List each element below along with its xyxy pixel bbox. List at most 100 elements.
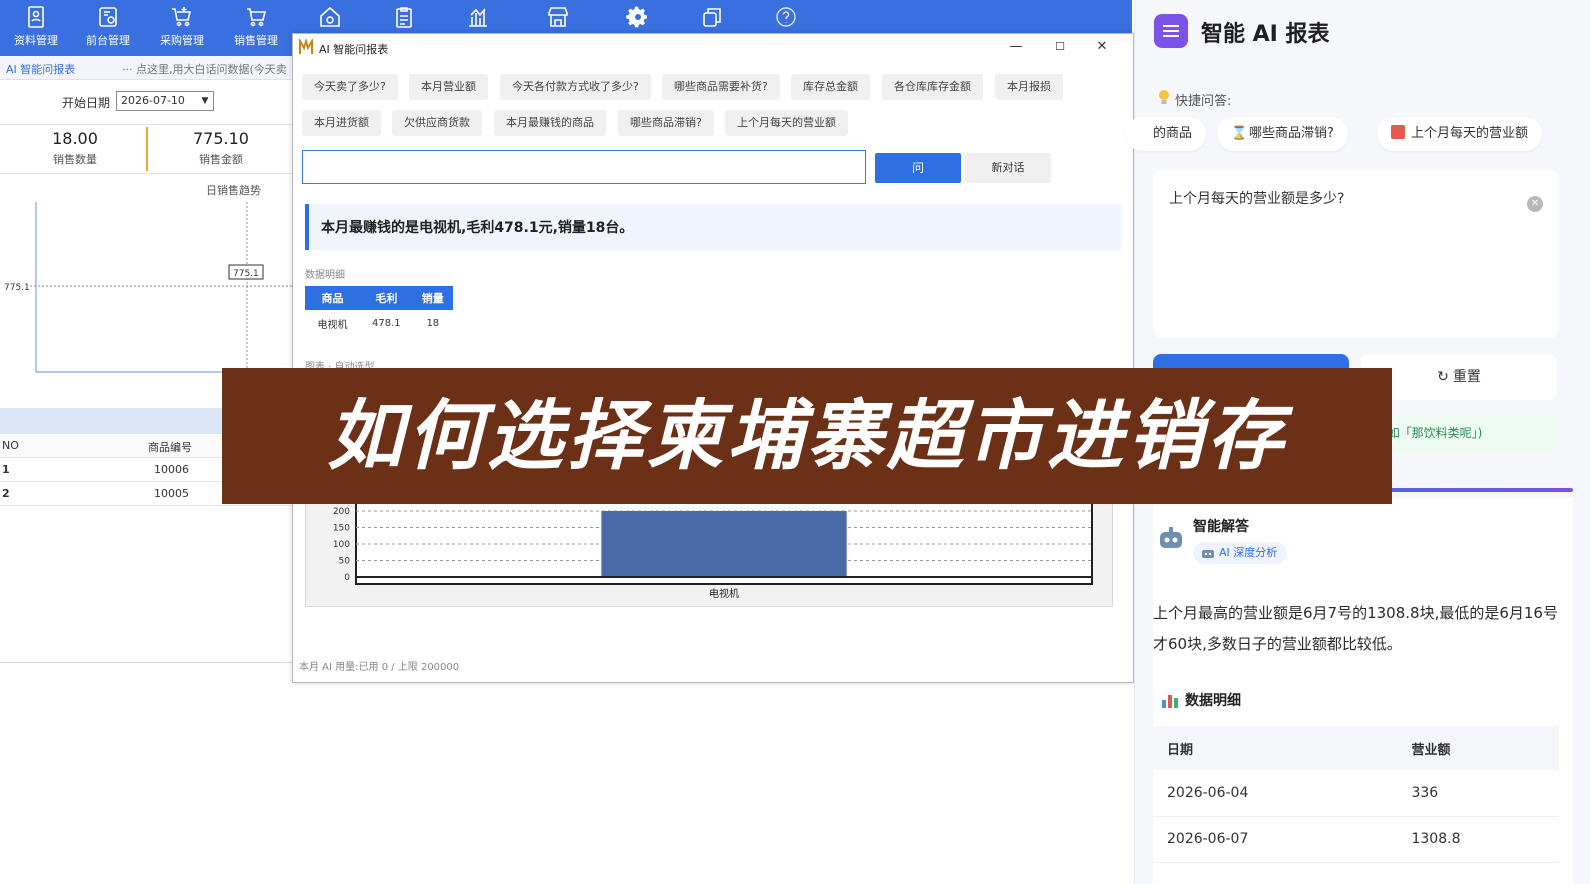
x-tick-label: 电视机 [709,587,739,600]
quick-question-chip[interactable]: 各仓库库存金额 [882,74,983,100]
table-row: 2026-06-07 1308.8 [1153,816,1559,863]
follow-up-hint-text: (如「那饮料类呢」) [1383,426,1483,440]
tab-ai-report[interactable]: AI 智能问报表 [6,61,75,77]
column-header-product-code: 商品编号 [148,441,192,454]
menu-icon[interactable] [1154,14,1188,48]
cart-icon [247,8,267,27]
data-detail-title: 数据明细 [1185,693,1241,709]
cart-plus-icon [172,7,192,27]
toolbar-item-front-desk[interactable]: 前台管理 [72,0,144,56]
stat-value: 775.10 [193,129,249,148]
y-tick-label: 0 [344,573,350,583]
house-gear-icon [320,6,340,27]
answer-title: 智能解答 [1193,519,1249,535]
toolbar-item-sales[interactable]: 销售管理 [220,0,292,56]
y-tick-label: 200 [333,507,350,517]
cell-product: 电视机 [317,319,348,331]
refresh-icon: ↻ [1437,369,1449,385]
column-header-date: 日期 [1153,726,1398,770]
app-logo-icon [299,39,313,54]
quick-question-label: 快捷问答: [1175,94,1232,109]
calendar-icon [1391,125,1405,139]
register-icon [99,7,117,27]
robot-icon [1160,527,1182,548]
cell-date: 2026-06-07 [1153,816,1398,863]
column-header-product: 商品 [305,286,361,310]
table-row: 2026-06-04 336 [1153,770,1559,817]
y-tick-label: 50 [339,557,351,567]
daily-trend-chart: 775.1 775.1 [4,202,292,373]
ask-button[interactable]: 问 [875,153,961,183]
question-textarea[interactable]: 上个月每天的营业额是多少? ✕ [1153,170,1559,338]
quick-question-chip[interactable]: 本月营业额 [409,74,488,100]
cell-no: 2 [2,487,10,500]
ai-usage-status: 本月 AI 用量:已用 0 / 上限 200000 [299,662,460,673]
chevron-down-icon[interactable]: ▼ [199,95,211,107]
quick-question-chip[interactable]: 本月最赚钱的商品 [494,110,606,136]
column-header-no: NO [2,439,19,452]
stat-sales-quantity: 18.00 销售数量 [0,129,150,167]
toolbar-item-data-management[interactable]: 资料管理 [0,0,72,56]
bar-chart-icon [1162,695,1178,708]
toolbar-item-label: 资料管理 [14,34,58,47]
toolbar-item-purchase[interactable]: 采购管理 [146,0,218,56]
quick-chip-slow-moving[interactable]: ⌛ 哪些商品滞销? [1217,117,1348,151]
ai-analysis-badge: AI 深度分析 [1193,542,1288,564]
quick-question-chip[interactable]: 今天各付款方式收了多少? [500,74,651,100]
stat-sales-amount: 775.10 销售金额 [146,129,296,167]
y-tick-label: 100 [333,540,350,550]
quick-chip-daily-revenue[interactable]: 上个月每天的营业额 [1377,117,1543,151]
cell-quantity: 18 [426,317,440,329]
start-date-picker[interactable]: 2026-07-10 ▼ [116,91,214,111]
quick-question-chip[interactable]: 哪些商品需要补货? [662,74,780,100]
hourglass-icon: ⌛ [1231,126,1248,141]
question-input[interactable] [302,150,866,184]
stat-label: 销售数量 [53,153,97,166]
quick-question-chip[interactable]: 今天卖了多少? [302,74,398,100]
minimize-button[interactable]: — [1003,37,1029,57]
robot-icon [1202,550,1214,558]
table-header-row: 日期 营业额 [1153,726,1559,770]
sub-tab-bar: AI 智能问报表 ··· 点这里,用大白话问数据(今天卖 [0,56,300,80]
quick-chip-label: 的商品 [1153,126,1193,141]
quick-question-chip[interactable]: 哪些商品滞销? [618,110,714,136]
clear-icon[interactable]: ✕ [1527,196,1543,212]
daily-trend-title: 日销售趋势 [206,184,261,197]
bar [601,511,847,577]
banner-text: 如何选择柬埔寨超市进销存 [327,391,1287,480]
cell-date: 2026-06-04 [1153,770,1398,817]
y-tick-label: 150 [333,524,350,534]
cell-revenue: 336 [1397,770,1559,817]
answer-text: 本月最赚钱的是电视机,毛利478.1元,销量18台。 [321,220,634,236]
gear-icon [626,6,647,28]
dialog-title: AI 智能问报表 [319,43,389,56]
title-overlay-banner: 如何选择柬埔寨超市进销存 [222,368,1392,504]
clipboard-icon [396,7,412,28]
bar-chart-icon [469,8,487,27]
quick-question-chip[interactable]: 上个月每天的营业额 [725,110,848,136]
table-row: 电视机 478.1 18 [305,310,453,336]
table-header-row: 商品 毛利 销量 [305,286,453,310]
column-header-quantity: 销量 [412,286,453,310]
quick-question-chip[interactable]: 欠供应商货款 [392,110,482,136]
close-button[interactable]: ✕ [1089,37,1115,57]
trend-point-label: 775.1 [233,269,259,279]
start-date-label: 开始日期 [62,96,111,110]
stat-label: 销售金额 [199,153,243,166]
maximize-button[interactable]: ☐ [1047,37,1073,57]
answer-text: 上个月最高的营业额是6月7号的1308.8块,最低的是6月16号才60块,多数日… [1153,604,1558,653]
cell-product-code: 10006 [154,463,189,476]
quick-question-chip[interactable]: 库存总金额 [791,74,870,100]
reset-label: 重置 [1452,369,1481,385]
cell-product-code: 10005 [154,487,189,500]
column-header-gross-profit: 毛利 [360,286,413,310]
trend-y-label: 775.1 [4,283,30,293]
toolbar-item-label: 前台管理 [86,34,130,47]
dialog-title-bar[interactable]: AI 智能问报表 — ☐ ✕ [293,34,1133,60]
new-chat-button[interactable]: 新对话 [965,153,1051,183]
quick-question-chip[interactable]: 本月进货额 [302,110,381,136]
stat-value: 18.00 [52,129,98,148]
quick-question-chip[interactable]: 本月报损 [995,74,1063,100]
copy-windows-icon [703,8,721,27]
quick-chip[interactable]: 的商品 [1125,117,1207,151]
